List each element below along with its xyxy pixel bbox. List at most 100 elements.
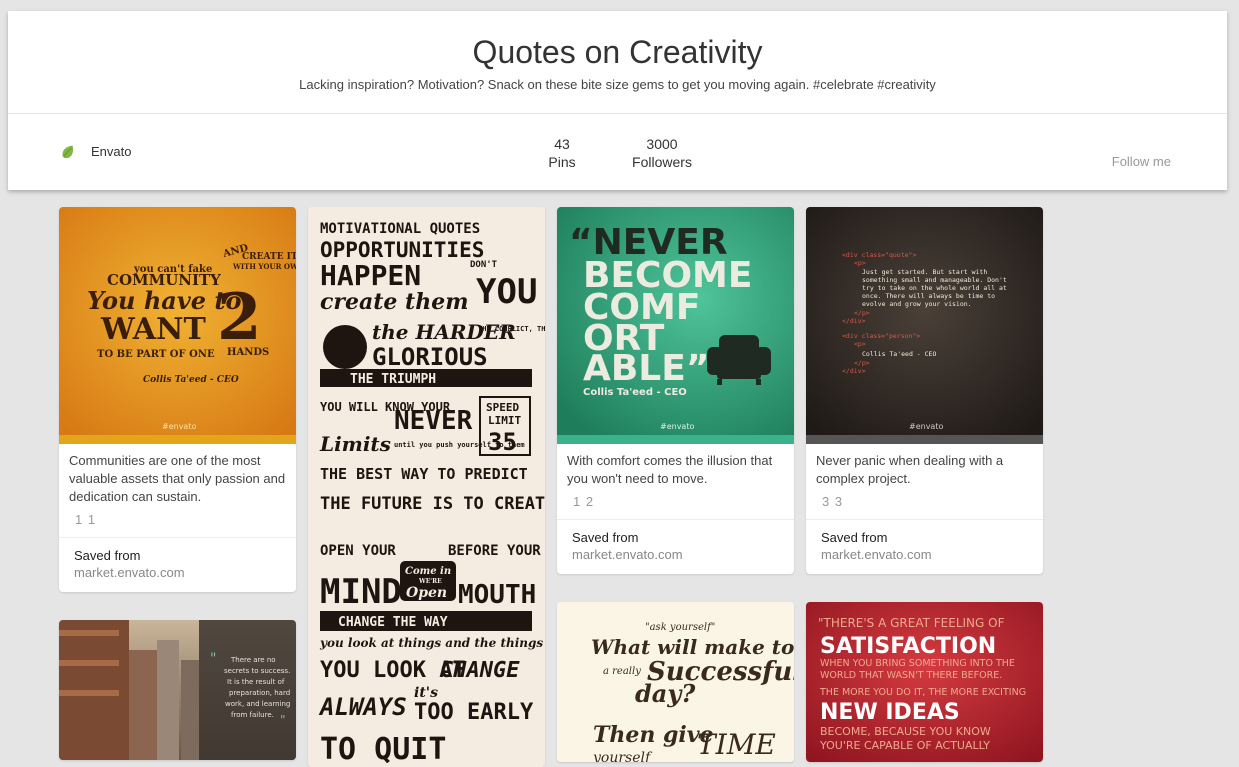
followers-count: 3000	[646, 136, 678, 152]
poster-text: Open	[406, 585, 447, 601]
quote-text: from failure.	[231, 711, 274, 719]
poster-text: DON'T	[470, 260, 498, 270]
poster-text: LIMIT	[488, 414, 521, 427]
envato-leaf-icon	[62, 145, 74, 158]
quote-text: "ask yourself"	[645, 622, 715, 633]
quote-text: BECOME, BECAUSE YOU KNOW	[820, 725, 991, 738]
code-line: </p>	[854, 309, 870, 317]
source-link[interactable]: market.envato.com	[74, 565, 281, 580]
pin-image[interactable]: “NEVER BECOME COMF ORT ABLE” Collis Ta'e…	[557, 207, 794, 444]
pin-image[interactable]: "ask yourself" What will make today a re…	[557, 602, 794, 762]
quote-text: YOU'RE CAPABLE OF ACTUALLY	[819, 739, 990, 752]
owner-name: Envato	[91, 144, 132, 159]
pin-image-art: MOTIVATIONAL QUOTES OPPORTUNITIES HAPPEN…	[308, 207, 545, 767]
pin-image-art: "ask yourself" What will make today a re…	[557, 602, 794, 762]
quote-text: There are no	[230, 656, 276, 664]
pin-card[interactable]: "ask yourself" What will make today a re…	[557, 602, 794, 762]
poster-text: Limits	[319, 432, 391, 456]
quote-text: NEW IDEAS	[820, 700, 960, 725]
pin-description: Never panic when dealing with a complex …	[816, 453, 1004, 486]
quote-text: a really	[603, 666, 641, 677]
code-line: </div>	[842, 317, 866, 325]
pin-card[interactable]: MOTIVATIONAL QUOTES OPPORTUNITIES HAPPEN…	[308, 207, 545, 767]
poster-text: NEVER	[394, 406, 473, 436]
pin-card[interactable]: <div class="quote"> <p> Just get started…	[806, 207, 1043, 574]
header-divider	[8, 113, 1227, 114]
quote-text: WHEN YOU BRING SOMETHING INTO THE	[820, 658, 1015, 669]
poster-text: TO QUIT	[320, 732, 446, 767]
pin-source[interactable]: Saved from market.envato.com	[557, 519, 794, 574]
envato-watermark: #envato	[162, 422, 196, 431]
pin-image-art: <div class="quote"> <p> Just get started…	[806, 207, 1043, 444]
quote-text: day?	[635, 679, 696, 708]
saved-from-label: Saved from	[74, 548, 141, 563]
poster-text: it's	[414, 685, 438, 701]
source-link[interactable]: market.envato.com	[572, 547, 779, 562]
quote-text: TO BE PART OF ONE	[97, 349, 215, 360]
poster-text: Come in	[405, 566, 451, 577]
quote-author: Collis Ta'eed - CEO	[583, 387, 687, 398]
poster-text: MOUTH	[458, 580, 536, 610]
poster-text: create them	[320, 289, 469, 315]
pins-label: Pins	[548, 154, 576, 170]
pin-image[interactable]: "THERE'S A GREAT FEELING OF SATISFACTION…	[806, 602, 1043, 762]
poster-text: GLORIOUS	[372, 343, 488, 371]
board-owner[interactable]: Envato	[61, 144, 131, 159]
quote-text: WITH YOUR OWN	[232, 262, 296, 271]
pin-counts: 3 3	[822, 494, 844, 509]
quote-text: It is the result of	[227, 678, 285, 686]
pin-image[interactable]: " There are no secrets to success. It is…	[59, 620, 296, 760]
code-line: once. There will always be time to	[862, 292, 995, 300]
pin-card[interactable]: you can't fake COMMUNITY You have to WAN…	[59, 207, 296, 592]
pin-image[interactable]: MOTIVATIONAL QUOTES OPPORTUNITIES HAPPEN…	[308, 207, 545, 767]
quote-text: yourself	[592, 750, 653, 762]
poster-text: YOU	[476, 272, 537, 312]
pins-stat[interactable]: 43 Pins	[541, 135, 583, 171]
poster-text: TOO EARLY	[414, 700, 534, 725]
poster-text: THE FUTURE IS TO CREATE IT	[320, 494, 545, 514]
pin-card[interactable]: “NEVER BECOME COMF ORT ABLE” Collis Ta'e…	[557, 207, 794, 574]
quote-text: TIME	[697, 728, 776, 761]
pin-image[interactable]: you can't fake COMMUNITY You have to WAN…	[59, 207, 296, 444]
pin-card[interactable]: " There are no secrets to success. It is…	[59, 620, 296, 760]
saved-from-label: Saved from	[821, 530, 888, 545]
poster-text: THE TRIUMPH	[350, 372, 436, 387]
quote-text: SATISFACTION	[820, 634, 996, 659]
pin-card[interactable]: "THERE'S A GREAT FEELING OF SATISFACTION…	[806, 602, 1043, 762]
code-line: evolve and grow your vision.	[862, 300, 972, 308]
quote-text: preparation, hard	[229, 689, 290, 697]
pins-count: 43	[554, 136, 570, 152]
quote-mark: "	[280, 713, 286, 727]
follow-button[interactable]: Follow me	[1112, 154, 1171, 169]
followers-stat[interactable]: 3000 Followers	[622, 135, 702, 171]
poster-text: WE'RE	[418, 578, 442, 585]
envato-watermark: #envato	[909, 422, 943, 431]
pin-source[interactable]: Saved from market.envato.com	[806, 519, 1043, 574]
poster-text: until you push yourself to them	[394, 441, 525, 449]
quote-text: Then give	[593, 722, 714, 748]
quote-text: What will make today	[591, 635, 794, 659]
poster-text: THE CONFLICT, THE MORE	[478, 325, 545, 333]
code-line: <div class="quote">	[842, 251, 916, 259]
quote-text: WORLD THAT WASN'T THERE BEFORE.	[820, 670, 1002, 681]
quote-author: Collis Ta'eed - CEO	[143, 375, 239, 385]
pin-source[interactable]: Saved from market.envato.com	[59, 537, 296, 592]
poster-text: CHANGE THE WAY	[338, 615, 448, 630]
pin-counts: 1 1	[75, 512, 97, 527]
board-description: Lacking inspiration? Motivation? Snack o…	[299, 77, 936, 92]
quote-text: "THERE'S A GREAT FEELING OF	[818, 616, 1005, 630]
poster-text: THE BEST WAY TO PREDICT	[320, 465, 528, 483]
pin-image[interactable]: <div class="quote"> <p> Just get started…	[806, 207, 1043, 444]
followers-label: Followers	[632, 154, 692, 170]
code-line: </p>	[854, 359, 870, 367]
pin-image-art: "THERE'S A GREAT FEELING OF SATISFACTION…	[806, 602, 1043, 762]
poster-text: BEFORE YOUR	[448, 543, 541, 559]
pin-image-art: " There are no secrets to success. It is…	[59, 620, 296, 760]
poster-text: you look at things and the things	[319, 636, 543, 650]
code-line: <p>	[854, 340, 866, 348]
envato-watermark: #envato	[660, 422, 694, 431]
source-link[interactable]: market.envato.com	[821, 547, 1028, 562]
quote-mark: "	[210, 651, 216, 667]
poster-text: ALWAYS	[318, 693, 407, 721]
quote-text: CREATE IT	[242, 252, 296, 262]
